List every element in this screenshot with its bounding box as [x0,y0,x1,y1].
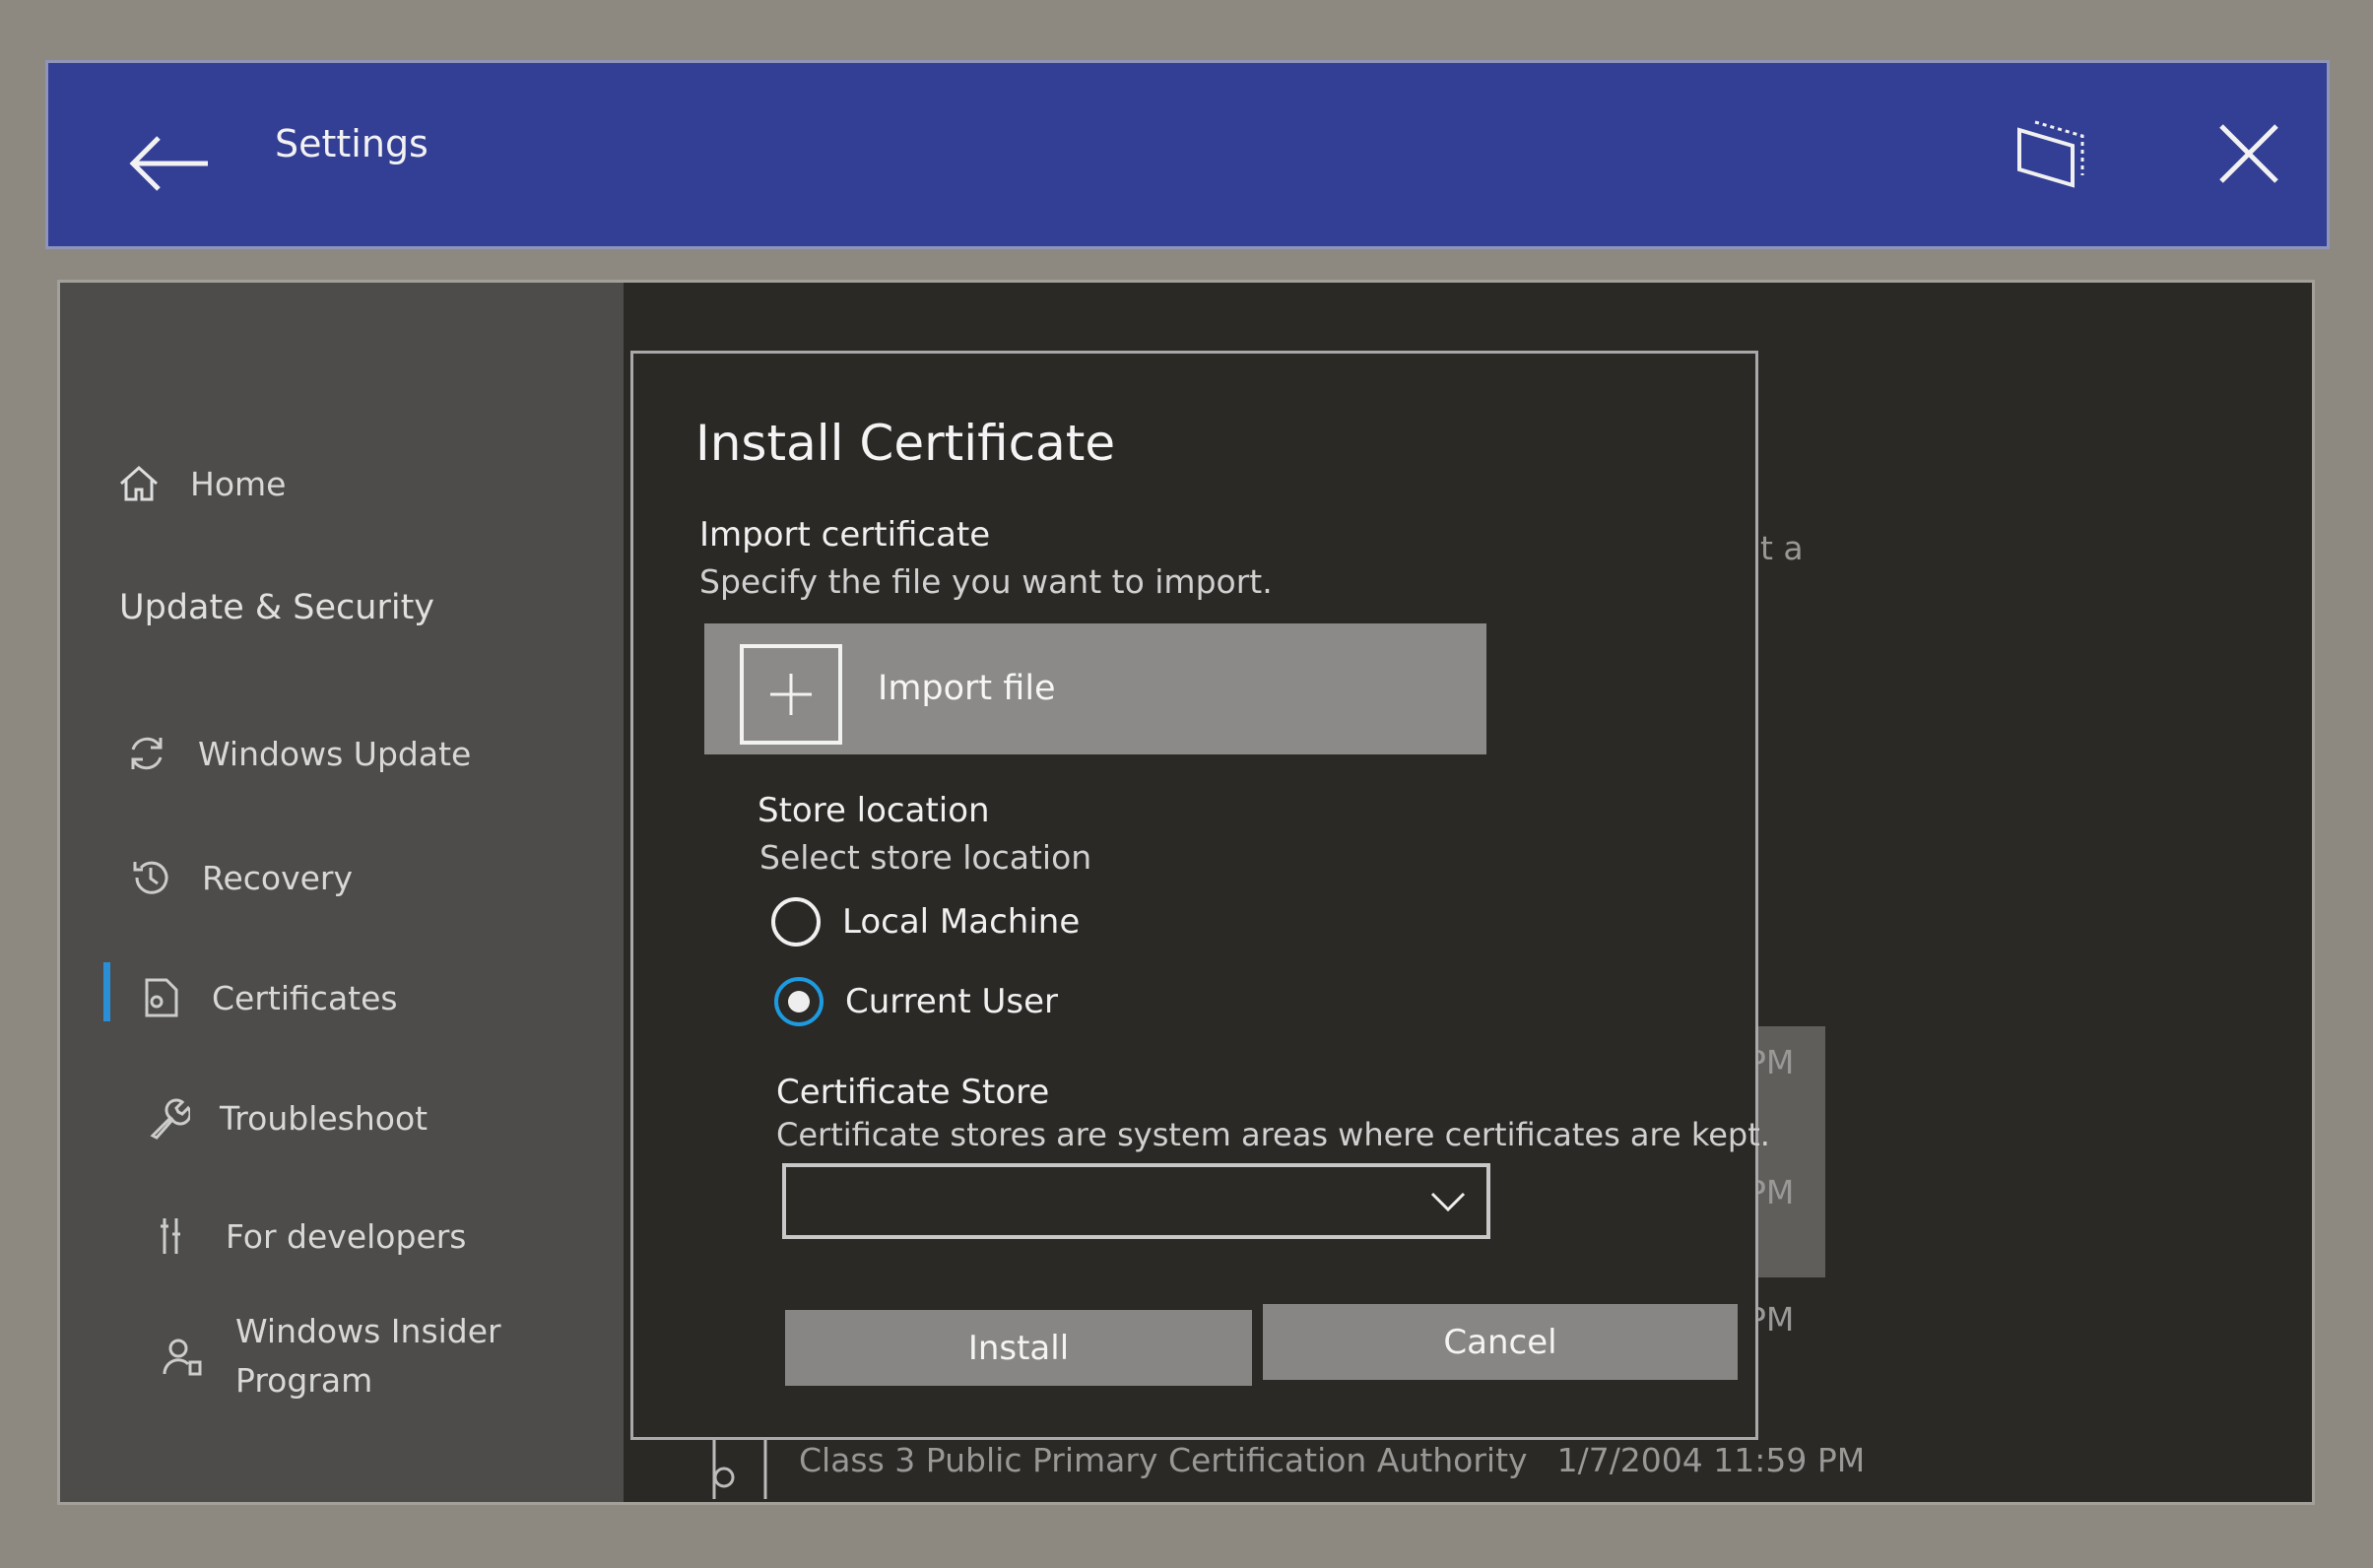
install-certificate-dialog: Install Certificate Import certificate S… [630,351,1770,1440]
store-location-description: Select store location [759,838,1092,877]
sidebar-item-windows-update[interactable]: Windows Update [125,732,471,775]
sidebar: Home Update & Security Windows Update Re… [60,283,624,1502]
sidebar-item-windows-insider[interactable]: Windows Insider Program [163,1307,531,1405]
background-text: t a [1760,529,1804,567]
arrow-left-icon[interactable] [127,134,210,193]
radio-button[interactable] [771,897,821,947]
sidebar-item-label: Home [190,464,287,503]
certificate-store-heading: Certificate Store [776,1073,1050,1112]
sidebar-item-recovery[interactable]: Recovery [129,856,353,899]
sidebar-item-for-developers[interactable]: For developers [153,1214,467,1258]
import-heading: Import certificate [699,515,991,555]
import-file-button[interactable]: Import file [704,623,1486,754]
wrench-icon [150,1098,190,1140]
sidebar-item-label: Troubleshoot [220,1098,428,1138]
certificate-date: 1/7/2004 11:59 PM [1556,1440,1866,1479]
title-bar: Settings [45,60,2330,249]
install-button[interactable]: Install [785,1310,1252,1386]
window-snap-icon[interactable] [2013,116,2088,191]
certificate-icon [145,978,178,1017]
dialog-title: Install Certificate [695,415,1116,472]
sidebar-item-troubleshoot[interactable]: Troubleshoot [147,1096,428,1140]
sidebar-item-home[interactable]: Home [117,462,286,505]
chevron-down-icon [1430,1192,1466,1212]
history-icon [133,861,168,894]
close-icon[interactable] [2217,122,2280,185]
store-location-heading: Store location [758,791,990,830]
sidebar-item-label: Recovery [202,858,354,897]
import-file-label: Import file [878,669,1056,708]
radio-button[interactable] [774,977,824,1026]
insider-icon [163,1339,202,1376]
developer-tools-icon [161,1218,180,1254]
window-title: Settings [275,122,428,165]
radio-label: Local Machine [842,902,1081,942]
import-description: Specify the file you want to import. [699,562,1273,601]
sidebar-section-title: Update & Security [119,588,435,627]
sidebar-item-label: Windows Update [198,734,472,773]
radio-local-machine[interactable]: Local Machine [771,897,1080,947]
radio-label: Current User [845,982,1059,1021]
sidebar-item-label: Windows Insider Program [235,1312,501,1400]
settings-window: t a PM PM PM Class 3 Public Primary Cert… [57,280,2315,1505]
sidebar-item-certificates[interactable]: Certificates [139,976,398,1019]
sidebar-item-label: Certificates [212,978,398,1017]
certificate-name: Class 3 Public Primary Certification Aut… [799,1440,1528,1479]
sync-icon [131,737,163,770]
sidebar-item-label: For developers [226,1216,467,1256]
selected-indicator [103,962,110,1021]
radio-current-user[interactable]: Current User [774,977,1058,1026]
plus-icon [740,644,842,745]
cancel-button[interactable]: Cancel [1263,1304,1738,1380]
home-icon [120,465,158,501]
certificate-store-description: Certificate stores are system areas wher… [776,1116,1770,1153]
certificate-store-dropdown[interactable] [782,1163,1490,1239]
